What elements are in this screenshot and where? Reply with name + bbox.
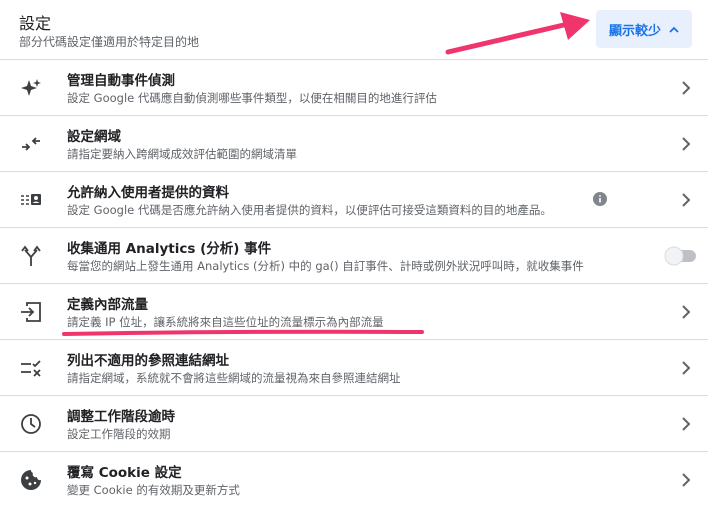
chevron-right-icon[interactable]	[680, 471, 692, 489]
row-description: 每當您的網站上發生通用 Analytics (分析) 中的 ga() 自訂事件、…	[67, 259, 584, 273]
chevron-right-icon[interactable]	[680, 191, 692, 209]
row-title: 設定網域	[67, 129, 121, 145]
row-title: 列出不適用的參照連結網址	[67, 353, 229, 369]
row-title: 允許納入使用者提供的資料	[67, 185, 229, 201]
user-data-icon	[20, 189, 42, 211]
chevron-up-icon	[669, 23, 679, 36]
chevron-right-icon[interactable]	[680, 359, 692, 377]
toggle-switch[interactable]	[664, 246, 698, 266]
merge-arrow-icon	[20, 245, 42, 267]
clock-icon	[20, 413, 42, 435]
show-less-button[interactable]: 顯示較少	[596, 10, 692, 48]
row-description: 請指定網域，系統就不會將這些網域的流量視為來自參照連結網址	[67, 371, 401, 385]
row-title: 收集通用 Analytics (分析) 事件	[67, 241, 272, 257]
row-description: 設定 Google 代碼是否應允許納入使用者提供的資料，以便評估可接受這類資料的…	[67, 203, 552, 217]
list-item-collect-ua-events[interactable]: 收集通用 Analytics (分析) 事件 每當您的網站上發生通用 Analy…	[0, 228, 708, 284]
chevron-right-icon[interactable]	[680, 135, 692, 153]
sparkle-icon	[20, 77, 42, 99]
list-item-define-internal-traffic[interactable]: 定義內部流量 請定義 IP 位址，讓系統將來自這些位址的流量標示為內部流量	[0, 284, 708, 340]
row-title: 定義內部流量	[67, 297, 148, 313]
list-item-configure-domains[interactable]: 設定網域 請指定要納入跨網域成效評估範圍的網域清單	[0, 116, 708, 172]
chevron-right-icon[interactable]	[680, 303, 692, 321]
cookie-icon	[20, 469, 42, 491]
row-description: 請指定要納入跨網域成效評估範圍的網域清單	[67, 147, 297, 161]
list-item-unwanted-referrals[interactable]: 列出不適用的參照連結網址 請指定網域，系統就不會將這些網域的流量視為來自參照連結…	[0, 340, 708, 396]
row-description: 變更 Cookie 的有效期及更新方式	[67, 483, 240, 497]
row-description: 設定工作階段的效期	[67, 427, 171, 441]
row-title: 覆寫 Cookie 設定	[67, 465, 182, 481]
row-title: 管理自動事件偵測	[67, 73, 175, 89]
list-item-user-provided-data[interactable]: 允許納入使用者提供的資料 設定 Google 代碼是否應允許納入使用者提供的資料…	[0, 172, 708, 228]
list-item-auto-event-detection[interactable]: 管理自動事件偵測 設定 Google 代碼應自動偵測哪些事件類型，以便在相關目的…	[0, 60, 708, 116]
list-item-session-timeout[interactable]: 調整工作階段逾時 設定工作階段的效期	[0, 396, 708, 452]
chevron-right-icon[interactable]	[680, 415, 692, 433]
info-icon[interactable]	[593, 192, 607, 206]
settings-header: 設定 部分代碼設定僅適用於特定目的地 顯示較少	[0, 0, 708, 60]
chevron-right-icon[interactable]	[680, 79, 692, 97]
list-item-override-cookie[interactable]: 覆寫 Cookie 設定 變更 Cookie 的有效期及更新方式	[0, 452, 708, 505]
row-title: 調整工作階段逾時	[67, 409, 175, 425]
arrows-inward-icon	[20, 133, 42, 155]
input-arrow-icon	[20, 301, 42, 323]
page-title: 設定	[19, 14, 52, 33]
list-check-x-icon	[20, 357, 42, 379]
show-less-label: 顯示較少	[608, 23, 661, 39]
row-description: 設定 Google 代碼應自動偵測哪些事件類型，以便在相關目的地進行評估	[67, 91, 437, 105]
row-description: 請定義 IP 位址，讓系統將來自這些位址的流量標示為內部流量	[67, 315, 384, 329]
page-subtitle: 部分代碼設定僅適用於特定目的地	[19, 35, 200, 49]
